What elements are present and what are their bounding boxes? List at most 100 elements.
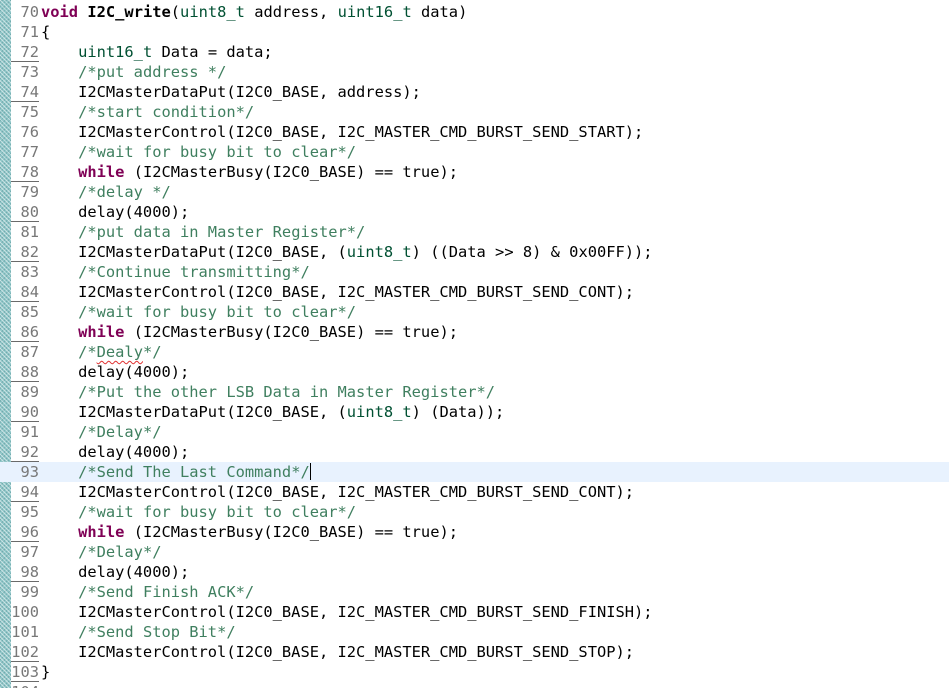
code-line[interactable]: 77 /*wait for busy bit to clear*/	[0, 142, 949, 162]
code-text[interactable]: /*Dealy*/	[41, 342, 162, 362]
code-line[interactable]: 92 delay(4000);	[0, 442, 949, 462]
code-line[interactable]: 83 /*Continue transmitting*/	[0, 262, 949, 282]
code-line[interactable]: 76 I2CMasterControl(I2C0_BASE, I2C_MASTE…	[0, 122, 949, 142]
code-text[interactable]: {	[41, 22, 50, 42]
code-text[interactable]: /*start condition*/	[41, 102, 254, 122]
code-text[interactable]: delay(4000);	[41, 562, 189, 582]
code-line[interactable]: 100 I2CMasterControl(I2C0_BASE, I2C_MAST…	[0, 602, 949, 622]
code-text[interactable]: /*wait for busy bit to clear*/	[41, 142, 356, 162]
code-text[interactable]: I2CMasterDataPut(I2C0_BASE, (uint8_t) (D…	[41, 402, 504, 422]
code-token: I2CMasterDataPut(I2C0_BASE, (	[41, 403, 347, 421]
code-line[interactable]: 82 I2CMasterDataPut(I2C0_BASE, (uint8_t)…	[0, 242, 949, 262]
code-line[interactable]: 79 /*delay */	[0, 182, 949, 202]
code-line[interactable]: 74 I2CMasterDataPut(I2C0_BASE, address);	[0, 82, 949, 102]
code-text[interactable]: I2CMasterControl(I2C0_BASE, I2C_MASTER_C…	[41, 642, 634, 662]
code-text[interactable]: while (I2CMasterBusy(I2C0_BASE) == true)…	[41, 162, 458, 182]
line-number: 90	[11, 402, 39, 422]
code-line[interactable]: 93 /*Send The Last Command*/	[0, 462, 949, 482]
code-text[interactable]: /*Send Finish ACK*/	[41, 582, 254, 602]
code-line[interactable]: 102 I2CMasterControl(I2C0_BASE, I2C_MAST…	[0, 642, 949, 662]
code-text[interactable]: while (I2CMasterBusy(I2C0_BASE) == true)…	[41, 322, 458, 342]
code-text[interactable]: I2CMasterControl(I2C0_BASE, I2C_MASTER_C…	[41, 282, 634, 302]
code-line[interactable]: 103}	[0, 662, 949, 682]
code-text[interactable]: while (I2CMasterBusy(I2C0_BASE) == true)…	[41, 522, 458, 542]
code-text[interactable]: /*Send The Last Command*/	[41, 462, 311, 482]
text-cursor	[309, 463, 311, 480]
code-text[interactable]: /*Delay*/	[41, 542, 161, 562]
code-line[interactable]: 104	[0, 682, 949, 688]
code-line[interactable]: 89 /*Put the other LSB Data in Master Re…	[0, 382, 949, 402]
line-number: 98	[11, 562, 39, 582]
code-text[interactable]: I2CMasterControl(I2C0_BASE, I2C_MASTER_C…	[41, 122, 643, 142]
code-token: ) ((Data >> 8) & 0x00FF));	[411, 243, 653, 261]
code-text[interactable]: uint16_t Data = data;	[41, 42, 273, 62]
line-number: 76	[20, 123, 39, 141]
code-line[interactable]: 71{	[0, 22, 949, 42]
code-token: (I2CMasterBusy(I2C0_BASE) == true);	[124, 323, 458, 341]
code-line[interactable]: 86 while (I2CMasterBusy(I2C0_BASE) == tr…	[0, 322, 949, 342]
comment-token: /*Put the other LSB Data in Master Regis…	[78, 383, 496, 401]
code-token: }	[41, 663, 51, 681]
code-text[interactable]: delay(4000);	[41, 442, 189, 462]
code-token: delay(4000);	[41, 443, 190, 461]
code-line[interactable]: 72 uint16_t Data = data;	[0, 42, 949, 62]
code-text[interactable]: /*put address */	[41, 62, 226, 82]
code-line[interactable]: 88 delay(4000);	[0, 362, 949, 382]
code-line[interactable]: 81 /*put data in Master Register*/	[0, 222, 949, 242]
code-text[interactable]: /*Put the other LSB Data in Master Regis…	[41, 382, 495, 402]
code-line[interactable]: 73 /*put address */	[0, 62, 949, 82]
code-text[interactable]: /*Delay*/	[41, 422, 161, 442]
comment-token: /*Send Finish ACK*/	[78, 583, 255, 601]
keyword-token: void	[41, 3, 79, 21]
code-line[interactable]: 97 /*Delay*/	[0, 542, 949, 562]
code-token: I2CMasterDataPut(I2C0_BASE, address);	[41, 83, 421, 101]
code-line[interactable]: 84 I2CMasterControl(I2C0_BASE, I2C_MASTE…	[0, 282, 949, 302]
code-text[interactable]: /*put data in Master Register*/	[41, 222, 365, 242]
code-text[interactable]: /*Send Stop Bit*/	[41, 622, 236, 642]
line-number: 100	[11, 603, 39, 621]
code-line[interactable]: 95 /*wait for busy bit to clear*/	[0, 502, 949, 522]
code-line[interactable]: 98 delay(4000);	[0, 562, 949, 582]
keyword-token: while	[78, 163, 125, 181]
code-text[interactable]: /*Continue transmitting*/	[41, 262, 310, 282]
code-text[interactable]: I2CMasterControl(I2C0_BASE, I2C_MASTER_C…	[41, 482, 634, 502]
code-line[interactable]: 94 I2CMasterControl(I2C0_BASE, I2C_MASTE…	[0, 482, 949, 502]
code-text[interactable]: delay(4000);	[41, 202, 189, 222]
code-text[interactable]: delay(4000);	[41, 362, 189, 382]
code-line[interactable]: 75 /*start condition*/	[0, 102, 949, 122]
code-text[interactable]: I2CMasterDataPut(I2C0_BASE, address);	[41, 82, 421, 102]
code-text[interactable]: }	[41, 662, 50, 682]
line-number: 73	[20, 63, 39, 81]
code-text[interactable]: I2CMasterControl(I2C0_BASE, I2C_MASTER_C…	[41, 602, 653, 622]
code-line[interactable]: 90 I2CMasterDataPut(I2C0_BASE, (uint8_t)…	[0, 402, 949, 422]
line-number: 104	[11, 682, 39, 688]
code-line[interactable]: 87 /*Dealy*/	[0, 342, 949, 362]
code-text[interactable]: /*wait for busy bit to clear*/	[41, 302, 356, 322]
comment-token: /*Send The Last Command*/	[78, 463, 310, 481]
code-line[interactable]: 101 /*Send Stop Bit*/	[0, 622, 949, 642]
code-text[interactable]: /*delay */	[41, 182, 171, 202]
code-line[interactable]: 99 /*Send Finish ACK*/	[0, 582, 949, 602]
comment-token: /*wait for busy bit to clear*/	[78, 503, 357, 521]
code-line[interactable]: 80 delay(4000);	[0, 202, 949, 222]
code-line[interactable]: 91 /*Delay*/	[0, 422, 949, 442]
code-line[interactable]: 96 while (I2CMasterBusy(I2C0_BASE) == tr…	[0, 522, 949, 542]
function-name: I2C_write	[87, 3, 171, 21]
code-line[interactable]: 70 void I2C_write(uint8_t address, uint16…	[0, 2, 949, 22]
code-editor[interactable]: 70 void I2C_write(uint8_t address, uint16…	[0, 0, 949, 688]
code-text[interactable]: I2CMasterDataPut(I2C0_BASE, (uint8_t) ((…	[41, 242, 653, 262]
code-text[interactable]: /*wait for busy bit to clear*/	[41, 502, 356, 522]
code-token: address,	[244, 3, 338, 21]
code-line[interactable]: 78 while (I2CMasterBusy(I2C0_BASE) == tr…	[0, 162, 949, 182]
code-text[interactable]: void I2C_write(uint8_t address, uint16_t…	[41, 2, 467, 22]
line-number: 97	[20, 543, 39, 561]
comment-token: */	[142, 343, 162, 361]
code-line[interactable]: 85 /*wait for busy bit to clear*/	[0, 302, 949, 322]
